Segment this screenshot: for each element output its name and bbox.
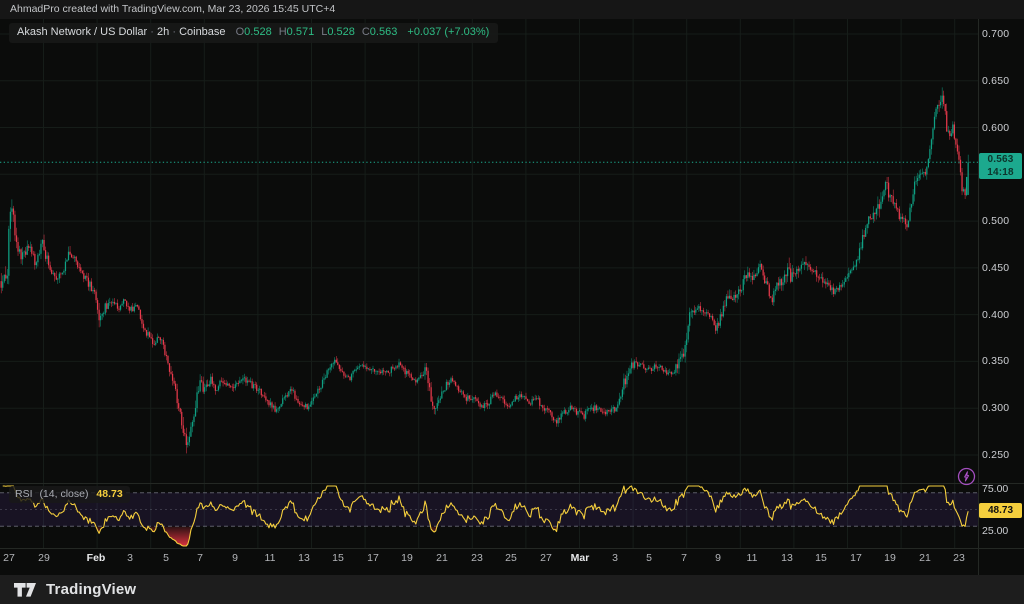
ohlc-values: O0.528H0.571L0.528C0.563 — [229, 26, 398, 38]
time-axis-label: Mar — [571, 551, 590, 565]
price-axis-label: 0.700 — [982, 27, 1022, 41]
attribution-text: AhmadPro created with TradingView.com, M… — [10, 3, 335, 15]
rsi-label[interactable]: RSI — [15, 488, 33, 500]
time-axis-label: 13 — [298, 551, 310, 565]
price-axis-label: 0.500 — [982, 214, 1022, 228]
tradingview-chart-window: AhmadPro created with TradingView.com, M… — [0, 0, 1024, 604]
time-axis-label: 15 — [815, 551, 827, 565]
tradingview-logo-icon[interactable] — [13, 581, 37, 599]
rsi-params: (14, close) — [39, 488, 88, 500]
price-axis-label: 0.600 — [982, 121, 1022, 135]
price-axis-label: 0.350 — [982, 354, 1022, 368]
ohlc-key: C — [362, 26, 370, 38]
rsi-legend[interactable]: RSI (14, close) 48.73 — [9, 486, 130, 503]
ohlc-value: 0.563 — [370, 26, 398, 38]
time-axis-label: 13 — [781, 551, 793, 565]
time-axis-label: 5 — [163, 551, 169, 565]
time-axis-label: 27 — [3, 551, 15, 565]
price-change: +0.037 (+7.03%) — [407, 26, 489, 38]
ohlc-value: 0.571 — [287, 26, 315, 38]
time-axis-label: 17 — [367, 551, 379, 565]
tradingview-brand-text[interactable]: TradingView — [46, 581, 136, 598]
rsi-axis-label: 75.00 — [982, 482, 1022, 496]
price-axis-label: 0.400 — [982, 308, 1022, 322]
time-axis-label: 3 — [127, 551, 133, 565]
last-price-badge: 0.563 14:18 — [979, 153, 1022, 179]
last-price-value: 0.563 — [979, 153, 1022, 166]
legend-exchange: Coinbase — [179, 26, 225, 38]
price-axis-label: 0.450 — [982, 261, 1022, 275]
boost-button[interactable] — [957, 467, 976, 486]
ohlc-key: O — [236, 26, 245, 38]
time-axis-label: 7 — [681, 551, 687, 565]
time-axis-label: 5 — [646, 551, 652, 565]
time-axis-label: 11 — [265, 551, 276, 565]
time-axis-label: 9 — [715, 551, 721, 565]
rsi-value-badge: 48.73 — [979, 503, 1022, 518]
rsi-axis-label: 25.00 — [982, 524, 1022, 538]
rsi-value: 48.73 — [96, 488, 122, 500]
price-axis-label: 0.250 — [982, 448, 1022, 462]
time-axis-label: 7 — [197, 551, 203, 565]
price-axis-label: 0.300 — [982, 401, 1022, 415]
time-axis-label: 21 — [919, 551, 931, 565]
legend-interval[interactable]: 2h — [157, 26, 169, 38]
footer-bar: TradingView — [0, 575, 1024, 604]
time-axis-label: 23 — [953, 551, 965, 565]
time-axis-label: 9 — [232, 551, 238, 565]
time-axis-label: 27 — [540, 551, 552, 565]
time-axis-label: 23 — [471, 551, 483, 565]
ohlc-key: H — [279, 26, 287, 38]
symbol-title[interactable]: Akash Network / US Dollar — [17, 26, 147, 38]
symbol-legend[interactable]: Akash Network / US Dollar · 2h · Coinbas… — [9, 23, 498, 43]
time-axis-label: 29 — [38, 551, 50, 565]
lightning-bolt-icon — [957, 467, 976, 486]
time-axis-label: Feb — [87, 551, 106, 565]
candlestick-chart-canvas[interactable] — [0, 0, 1024, 575]
time-axis-label: 19 — [884, 551, 896, 565]
ohlc-value: 0.528 — [327, 26, 355, 38]
time-axis-label: 21 — [436, 551, 448, 565]
ohlc-value: 0.528 — [244, 26, 272, 38]
time-axis-label: 11 — [747, 551, 758, 565]
time-axis-label: 3 — [612, 551, 618, 565]
time-axis-label: 15 — [332, 551, 344, 565]
time-axis-label: 19 — [401, 551, 413, 565]
price-axis-label: 0.650 — [982, 74, 1022, 88]
attribution-bar: AhmadPro created with TradingView.com, M… — [0, 0, 1024, 19]
time-axis-label: 25 — [505, 551, 517, 565]
bar-countdown: 14:18 — [979, 166, 1022, 179]
time-axis-label: 17 — [850, 551, 862, 565]
legend-separator-1: · — [150, 26, 157, 38]
